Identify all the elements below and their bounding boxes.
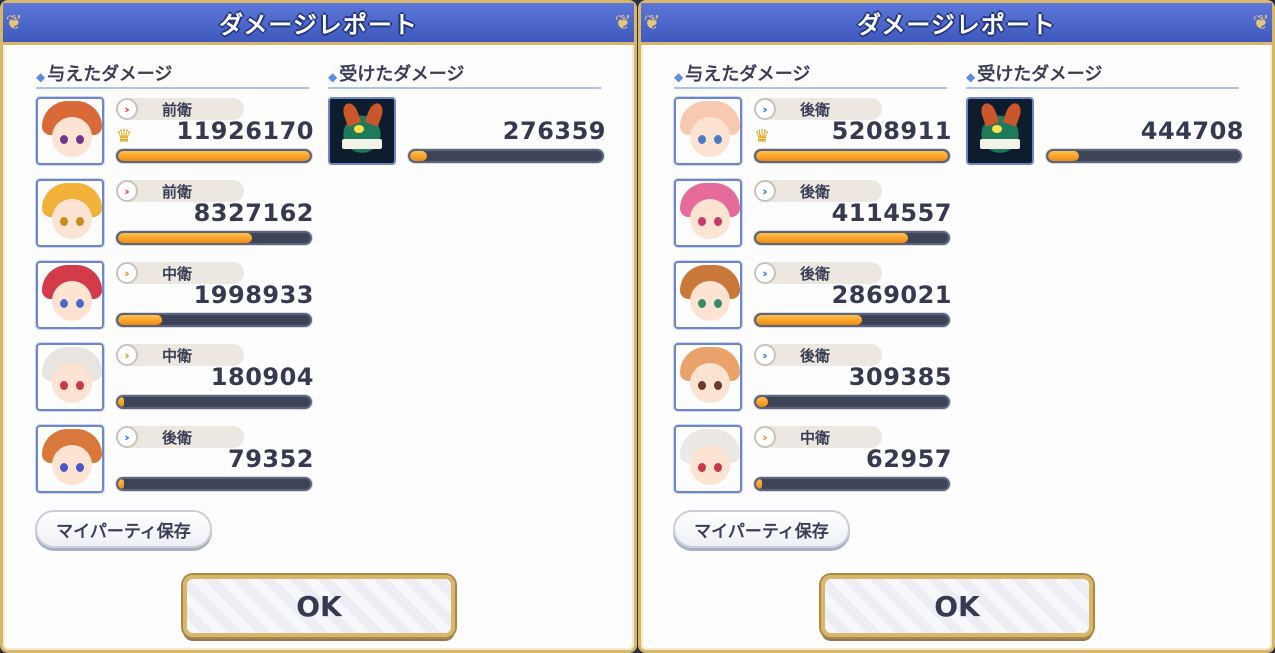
- member-damage-row: ››› 後衛 ♛ 5208911: [674, 97, 954, 179]
- chevron-right-icon: ›››: [754, 98, 776, 120]
- ornament-icon: ❦: [614, 10, 632, 34]
- member-damage-row: ››› 中衛 62957: [674, 425, 954, 507]
- damage-value: 79352: [228, 445, 314, 473]
- ok-button[interactable]: OK: [183, 575, 455, 637]
- damage-bar: [116, 477, 312, 491]
- member-damage-row: ››› 後衛 4114557: [674, 179, 954, 261]
- position-label: 前衛: [162, 182, 193, 201]
- character-portrait: [674, 343, 742, 411]
- character-portrait: [674, 179, 742, 247]
- diamond-icon: ◆: [966, 70, 976, 84]
- taken-damage-row: 276359: [328, 97, 608, 169]
- member-damage-row: ››› 中衛 180904: [36, 343, 316, 425]
- crown-icon: ♛: [754, 126, 771, 147]
- member-damage-row: ››› 後衛 309385: [674, 343, 954, 425]
- member-damage-row: ››› 前衛 8327162: [36, 179, 316, 261]
- damage-bar: [754, 231, 950, 245]
- chevron-right-icon: ›››: [754, 262, 776, 284]
- dealt-damage-label: 与えたダメージ: [685, 64, 811, 85]
- member-damage-row: ››› 中衛 1998933: [36, 261, 316, 343]
- character-portrait: [36, 179, 104, 247]
- position-label: 後衛: [800, 264, 831, 283]
- dealt-damage-header: ◆ 与えたダメージ: [36, 59, 309, 89]
- chevron-right-icon: ›››: [116, 180, 138, 202]
- chevron-right-icon: ›››: [754, 344, 776, 366]
- damage-bar: [754, 395, 950, 409]
- chevron-right-icon: ›››: [116, 262, 138, 284]
- position-badge: ››› 中衛: [754, 426, 882, 448]
- damage-value: 309385: [848, 363, 952, 391]
- position-label: 後衛: [162, 428, 193, 447]
- damage-value: 5208911: [831, 117, 952, 145]
- member-damage-row: ››› 後衛 79352: [36, 425, 316, 507]
- dealt-damage-list: ››› 後衛 ♛ 5208911 ››› 後衛 4114557 ››› 後衛 2869021 ›››…: [674, 97, 954, 507]
- damage-report-panel-right: ❦ ダメージレポート ❦ ◆ 与えたダメージ ◆ 受けたダメージ ››› 後衛 ♛ 5…: [638, 0, 1275, 653]
- taken-damage-label: 受けたダメージ: [339, 64, 465, 85]
- damage-value: 4114557: [831, 199, 952, 227]
- panel-title: ダメージレポート: [857, 11, 1056, 39]
- diamond-icon: ◆: [328, 70, 338, 84]
- taken-damage-header: ◆ 受けたダメージ: [328, 59, 601, 89]
- save-party-button[interactable]: マイパーティ保存: [35, 510, 212, 548]
- damage-bar: [116, 313, 312, 327]
- damage-bar: [116, 231, 312, 245]
- dealt-damage-label: 与えたダメージ: [47, 64, 173, 85]
- damage-value: 62957: [866, 445, 952, 473]
- ok-button[interactable]: OK: [821, 575, 1093, 637]
- save-party-button[interactable]: マイパーティ保存: [673, 510, 850, 548]
- damage-value: 11926170: [176, 117, 314, 145]
- character-portrait: [36, 97, 104, 165]
- character-portrait: [36, 261, 104, 329]
- ornament-icon: ❦: [643, 10, 661, 34]
- position-label: 中衛: [162, 264, 193, 283]
- panel-title: ダメージレポート: [219, 11, 418, 39]
- dealt-damage-header: ◆ 与えたダメージ: [674, 59, 947, 89]
- character-portrait: [36, 425, 104, 493]
- taken-damage-header: ◆ 受けたダメージ: [966, 59, 1239, 89]
- taken-damage-label: 受けたダメージ: [977, 64, 1103, 85]
- position-label: 後衛: [800, 182, 831, 201]
- taken-damage-row: 444708: [966, 97, 1246, 169]
- taken-damage-bar: [408, 149, 604, 163]
- dealt-damage-list: ››› 前衛 ♛ 11926170 ››› 前衛 8327162 ››› 中衛 1998933 ››…: [36, 97, 316, 507]
- damage-bar: [116, 149, 312, 163]
- position-label: 後衛: [800, 346, 831, 365]
- chevron-right-icon: ›››: [116, 426, 138, 448]
- damage-bar: [754, 149, 950, 163]
- diamond-icon: ◆: [674, 70, 684, 84]
- damage-value: 2869021: [831, 281, 952, 309]
- character-portrait: [36, 343, 104, 411]
- damage-value: 8327162: [193, 199, 314, 227]
- position-badge: ››› 後衛: [116, 426, 244, 448]
- position-label: 中衛: [800, 428, 831, 447]
- chevron-right-icon: ›››: [754, 180, 776, 202]
- member-damage-row: ››› 前衛 ♛ 11926170: [36, 97, 316, 179]
- damage-report-panel-left: ❦ ダメージレポート ❦ ◆ 与えたダメージ ◆ 受けたダメージ ››› 前衛 ♛ 1…: [0, 0, 637, 653]
- ornament-icon: ❦: [1252, 10, 1270, 34]
- boss-portrait: [328, 97, 396, 165]
- damage-bar: [754, 313, 950, 327]
- taken-damage-value: 276359: [502, 117, 606, 145]
- taken-damage-value: 444708: [1140, 117, 1244, 145]
- character-portrait: [674, 97, 742, 165]
- diamond-icon: ◆: [36, 70, 46, 84]
- damage-value: 1998933: [193, 281, 314, 309]
- character-portrait: [674, 425, 742, 493]
- boss-portrait: [966, 97, 1034, 165]
- taken-damage-bar: [1046, 149, 1242, 163]
- title-bar: ❦ ダメージレポート ❦: [3, 3, 634, 45]
- damage-bar: [754, 477, 950, 491]
- crown-icon: ♛: [116, 126, 133, 147]
- title-bar: ❦ ダメージレポート ❦: [641, 3, 1272, 45]
- chevron-right-icon: ›››: [116, 98, 138, 120]
- damage-bar: [116, 395, 312, 409]
- character-portrait: [674, 261, 742, 329]
- ornament-icon: ❦: [5, 10, 23, 34]
- chevron-right-icon: ›››: [754, 426, 776, 448]
- member-damage-row: ››› 後衛 2869021: [674, 261, 954, 343]
- damage-value: 180904: [210, 363, 314, 391]
- position-label: 後衛: [800, 100, 831, 119]
- chevron-right-icon: ›››: [116, 344, 138, 366]
- position-label: 中衛: [162, 346, 193, 365]
